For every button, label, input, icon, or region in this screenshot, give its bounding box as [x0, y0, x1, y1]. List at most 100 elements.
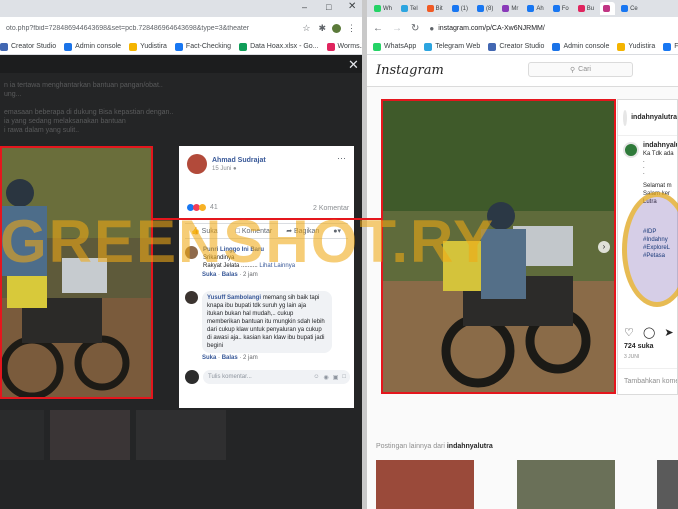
thumbnail[interactable]	[136, 410, 226, 460]
comment-text: knapa ibu bupati tdk suruh yg lain aja	[207, 303, 307, 309]
bookmark-label: Yudistira	[140, 43, 167, 50]
bookmark-item[interactable]: Admin console	[552, 42, 609, 51]
motorcycle-photo-left	[2, 148, 151, 397]
browser-tab[interactable]: Ah	[524, 2, 546, 15]
comment-text: memberikan bantuan itu mungkin sdah lebi…	[207, 319, 325, 325]
bookmark-item[interactable]: WhatsApp	[373, 42, 416, 51]
tab-favicon	[401, 5, 408, 12]
comment-like-link[interactable]: Suka	[202, 355, 216, 361]
thumbnail[interactable]	[50, 410, 130, 460]
audience-selector[interactable]: ●▾	[333, 227, 341, 235]
bookmark-item[interactable]: Data Hoax.xlsx - Go...	[239, 42, 319, 51]
post-time[interactable]: 3 JUNI	[624, 354, 639, 360]
emoji-icon[interactable]: ☺	[313, 374, 319, 380]
browser-tab[interactable]	[600, 2, 616, 15]
post-action-icons: ♡ ◯ ➤	[624, 326, 674, 339]
reload-icon[interactable]: ↻	[411, 23, 419, 34]
bookmark-label: Data Hoax.xlsx - Go...	[250, 43, 319, 50]
comment-reply-link[interactable]: Balas	[222, 355, 238, 361]
browser-tab[interactable]: Wh	[371, 2, 395, 15]
more-posts-user[interactable]: indahnyalutra	[447, 443, 493, 450]
bookmark-item[interactable]: Admin console	[64, 42, 121, 51]
comment-count[interactable]: 2 Komentar	[313, 205, 349, 212]
bookmark-item[interactable]: Yudistira	[129, 42, 167, 51]
comment-button[interactable]: □ Komentar	[236, 228, 273, 235]
instagram-logo[interactable]: Instagram	[376, 63, 444, 78]
bookmark-item[interactable]: Creator Studio	[0, 42, 57, 51]
post-thumbnail[interactable]	[657, 460, 678, 509]
add-comment-input[interactable]: Tambahkan komen	[618, 368, 677, 394]
minimize-icon[interactable]: –	[302, 2, 307, 12]
bookmark-item[interactable]: Telegram Web	[424, 42, 480, 51]
maximize-icon[interactable]: □	[326, 2, 331, 12]
post-thumbnail[interactable]	[376, 460, 474, 509]
bookmark-icon	[129, 42, 138, 51]
likes-count[interactable]: 724 suka	[624, 343, 654, 350]
next-photo-icon[interactable]: ›	[598, 241, 610, 253]
share-plane-icon[interactable]: ➤	[664, 327, 673, 339]
bookmark-item[interactable]: Creator Studio	[488, 42, 544, 51]
bookmark-label: Creator Studio	[11, 43, 57, 50]
back-icon[interactable]: ←	[373, 23, 383, 34]
comment-like-link[interactable]: Suka	[202, 272, 216, 278]
author-name[interactable]: Ahmad Sudrajat	[212, 157, 266, 164]
profile-avatar[interactable]	[332, 23, 341, 33]
theater-close-icon[interactable]: ✕	[348, 57, 359, 73]
left-url-text[interactable]: oto.php?fbid=728486944643698&set=pcb.728…	[6, 25, 298, 32]
bookmark-item[interactable]: Fact-Checking	[174, 42, 231, 51]
caption-username[interactable]: indahnyalu	[643, 142, 677, 150]
bookmark-item[interactable]: Fact-Checking	[663, 42, 678, 51]
comment-reply-link[interactable]: Balas	[222, 272, 238, 278]
post-options-icon[interactable]: ⋯	[337, 153, 346, 164]
tab-favicon	[477, 5, 485, 12]
browser-tab[interactable]: Mr	[499, 2, 521, 15]
browser-tab[interactable]: Fo	[550, 2, 572, 15]
post-header: Ahmad Sudrajat 15 Juni ●	[187, 154, 266, 174]
right-address-bar[interactable]: ← → ↻ ● instagram.com/p/CA-Xw6NJRMM/	[367, 17, 678, 39]
star-icon[interactable]: ☆	[302, 23, 310, 34]
left-address-bar[interactable]: oto.php?fbid=728486944643698&set=pcb.728…	[0, 17, 362, 39]
browser-tab[interactable]: (8)	[474, 2, 496, 15]
left-browser-window: – □ ✕ oto.php?fbid=728486944643698&set=p…	[0, 0, 362, 509]
my-avatar[interactable]	[185, 370, 199, 384]
highlight-connector	[153, 218, 381, 220]
like-button[interactable]: 👍 Suka	[191, 227, 218, 235]
browser-tab[interactable]: (1)	[449, 2, 471, 15]
commenter-name[interactable]: Yusuff Sambolangi	[207, 295, 261, 301]
browser-tab[interactable]: Bit	[424, 2, 446, 15]
close-window-icon[interactable]: ✕	[348, 1, 356, 12]
commenter-avatar[interactable]	[185, 291, 198, 304]
browser-tab[interactable]: Tel	[398, 2, 421, 15]
forward-icon[interactable]: →	[392, 23, 402, 34]
sticker-icon[interactable]: □	[342, 374, 346, 380]
instagram-photo[interactable]: ›	[381, 99, 616, 394]
caption-avatar[interactable]	[623, 142, 639, 158]
tab-title: Ah	[536, 5, 544, 12]
thumbnail[interactable]	[0, 410, 44, 460]
owner-avatar[interactable]	[623, 109, 628, 126]
background-text-line: ia yang sedang melaksanakan bantuan	[4, 118, 126, 125]
camera-icon[interactable]: ◉	[323, 374, 328, 381]
heart-icon[interactable]: ♡	[624, 327, 634, 339]
facebook-photo[interactable]	[0, 146, 153, 399]
bookmark-item[interactable]: Worms.Zone - Play...	[326, 42, 362, 51]
author-avatar[interactable]	[187, 154, 207, 174]
see-more-link[interactable]: Lihat Lainnya	[259, 263, 295, 269]
reactions-summary[interactable]: 41	[187, 204, 218, 211]
post-date[interactable]: 15 Juni	[212, 166, 231, 172]
browser-tab[interactable]: Bu	[575, 2, 597, 15]
commenter-name[interactable]: Punri Linggo Ini Baru	[203, 247, 264, 253]
bookmark-item[interactable]: Yudistira	[617, 42, 655, 51]
comment-bubble-icon[interactable]: ◯	[643, 327, 655, 339]
gif-icon[interactable]: ▣	[333, 374, 339, 381]
right-url-text[interactable]: instagram.com/p/CA-Xw6NJRMM/	[438, 25, 545, 32]
extensions-icon[interactable]: ✱	[318, 23, 326, 34]
post-thumbnail[interactable]	[517, 460, 615, 509]
comment-input[interactable]: Tulis komentar... ☺ ◉ ▣ □	[203, 370, 350, 384]
commenter-avatar[interactable]	[185, 246, 198, 259]
menu-dots-icon[interactable]: ⋮	[347, 23, 356, 34]
browser-tab[interactable]: Ce	[618, 2, 641, 15]
instagram-search-input[interactable]: ⚲ Cari	[528, 62, 633, 77]
share-button[interactable]: ➦ Bagikan	[286, 227, 319, 235]
owner-username[interactable]: indahnyalutra	[631, 114, 677, 121]
